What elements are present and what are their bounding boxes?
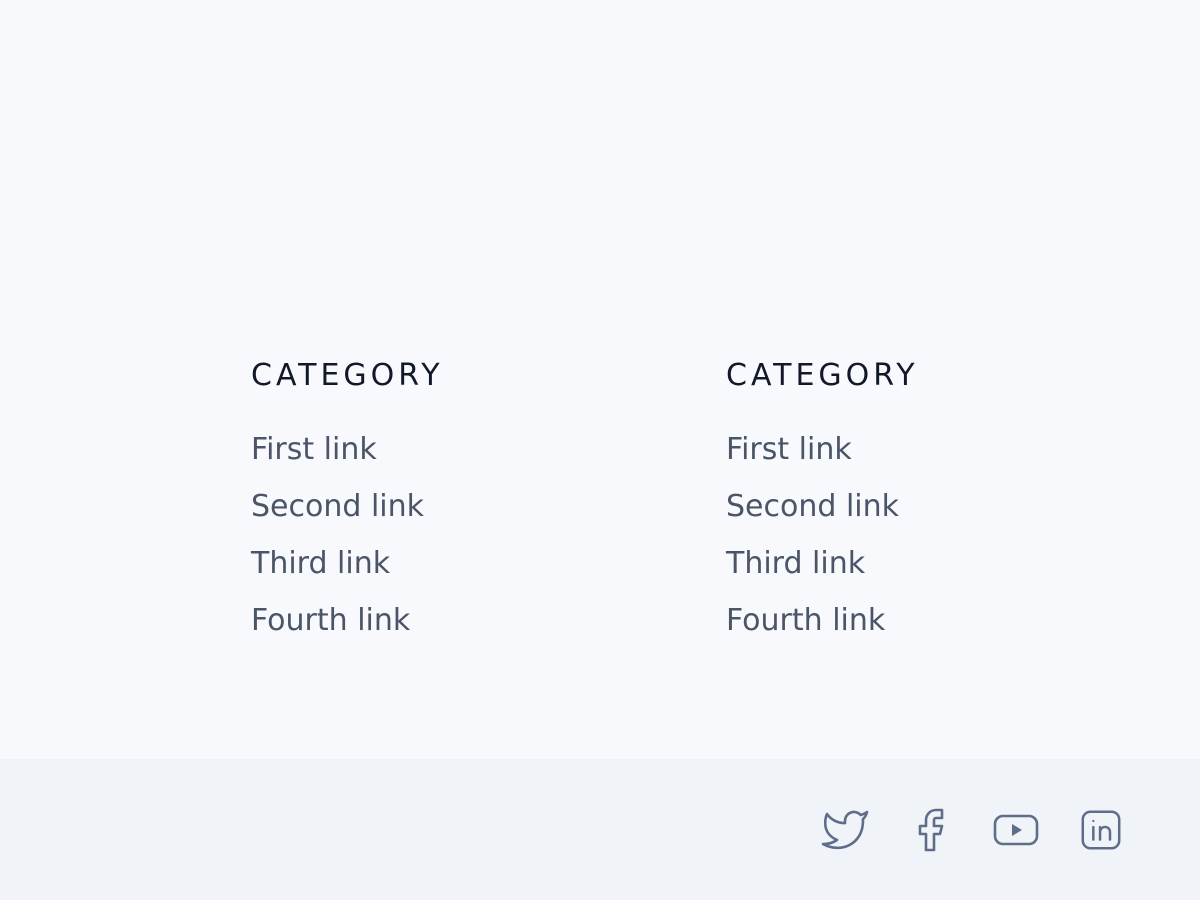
youtube-link[interactable] (991, 806, 1041, 854)
youtube-icon (991, 806, 1041, 854)
facebook-link[interactable] (905, 806, 955, 854)
link-list: First link Second link Third link Fourth… (726, 432, 919, 660)
list-item: Third link (726, 546, 919, 603)
twitter-icon (820, 806, 870, 854)
linkedin-icon (1078, 806, 1124, 854)
first-link[interactable]: First link (726, 432, 852, 467)
first-link[interactable]: First link (251, 432, 377, 467)
list-item: Second link (251, 489, 444, 546)
list-item: First link (726, 432, 919, 489)
twitter-link[interactable] (820, 806, 870, 854)
footer-links-area: CATEGORY First link Second link Third li… (0, 0, 1200, 759)
fourth-link[interactable]: Fourth link (251, 603, 410, 638)
category-heading: CATEGORY (251, 358, 444, 393)
linkedin-link[interactable] (1078, 806, 1124, 854)
third-link[interactable]: Third link (251, 546, 390, 581)
facebook-icon (905, 806, 955, 854)
second-link[interactable]: Second link (251, 489, 424, 524)
second-link[interactable]: Second link (726, 489, 899, 524)
third-link[interactable]: Third link (726, 546, 865, 581)
list-item: Fourth link (251, 603, 444, 660)
link-list: First link Second link Third link Fourth… (251, 432, 444, 660)
list-item: Third link (251, 546, 444, 603)
link-column-2: CATEGORY First link Second link Third li… (726, 356, 919, 660)
list-item: First link (251, 432, 444, 489)
fourth-link[interactable]: Fourth link (726, 603, 885, 638)
list-item: Second link (726, 489, 919, 546)
link-column-1: CATEGORY First link Second link Third li… (251, 356, 444, 660)
category-heading: CATEGORY (726, 358, 919, 393)
list-item: Fourth link (726, 603, 919, 660)
